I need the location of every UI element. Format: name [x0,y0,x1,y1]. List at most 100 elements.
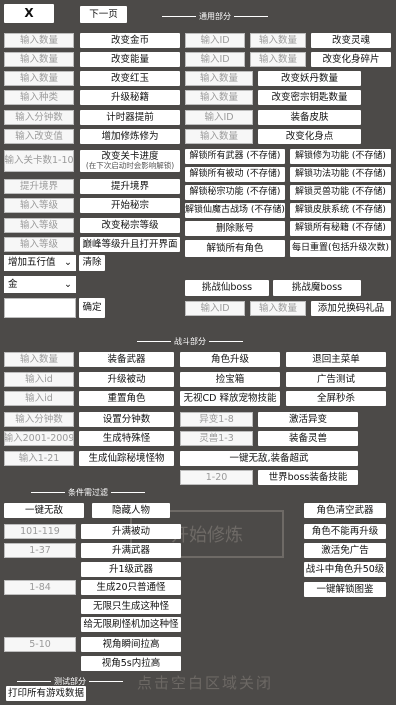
unlock-roles-button[interactable]: 解锁所有角色 [185,240,285,257]
close-button[interactable]: X [4,4,54,23]
peak-level-input[interactable]: 输入等级 [4,237,74,252]
fairy-monster-input[interactable]: 输入1-21 [4,451,74,466]
upgrade-weapon-1-button[interactable]: 升1级武器 [81,562,181,577]
set-minutes-button[interactable]: 设置分钟数 [79,412,174,427]
gen-20-normal-button[interactable]: 生成20只普通怪 [81,580,181,595]
secret-level-input-2[interactable]: 输入等级 [4,218,74,233]
confirm-button[interactable]: 确定 [79,298,105,318]
element-type-dropdown[interactable]: 金 ⌄ [4,276,76,293]
unlock-passive-button[interactable]: 解锁所有被动 (不存储) [185,167,285,182]
world-boss-skill-button[interactable]: 世界boss装备技能 [258,470,358,485]
gift-amount-input[interactable]: 输入数量 [250,301,306,316]
print-all-data-button[interactable]: 打印所有游戏数据 [6,686,86,701]
upgrade-passive-button[interactable]: 升级被动 [79,372,174,387]
cultivation-value-input[interactable]: 输入改变值 [4,129,74,144]
unlock-skills-button[interactable]: 解锁功法功能 (不存储) [290,167,391,182]
element-value-input[interactable] [4,298,76,318]
gen-special-monster-button[interactable]: 生成特殊怪 [79,431,174,446]
equip-spirit-button[interactable]: 装备灵兽 [258,431,358,446]
view-range-input[interactable]: 5-10 [4,637,76,652]
unlock-ancient-button[interactable]: 解锁仙魔古战场 (不存储) [185,203,285,218]
change-secret-level-button[interactable]: 改变秘宗等级 [80,218,180,233]
activate-foreign-button[interactable]: 激活异变 [258,412,358,427]
clear-button[interactable]: 清除 [79,255,105,271]
infinite-refresh-button[interactable]: 给无限刷怪机加这种怪 [81,617,181,632]
passive-id-input[interactable]: 输入id [4,372,74,387]
open-secret-button[interactable]: 开始秘宗 [80,198,180,213]
energy-amount-input[interactable]: 输入数量 [4,52,74,67]
change-fragment-button[interactable]: 改变化身碎片 [311,52,391,67]
reset-role-button[interactable]: 重置角色 [79,391,174,406]
secret-level-input[interactable]: 输入等级 [4,198,74,213]
hide-character-button[interactable]: 隐藏人物 [92,503,170,518]
infinite-gen-button[interactable]: 无限只生成这种怪 [81,599,181,614]
soul-id-input[interactable]: 输入ID [185,33,245,48]
peak-level-button[interactable]: 巅峰等级升且打开界面 [80,237,180,252]
monster-range-input[interactable]: 1-84 [4,580,76,595]
gen-fairy-monster-button[interactable]: 生成仙踪秘境怪物 [79,451,174,466]
gold-amount-input[interactable]: 输入数量 [4,33,74,48]
battle-role-50-button[interactable]: 战斗中角色升50级 [304,562,386,577]
unlock-skin-system-button[interactable]: 解锁皮肤系统 (不存储) [290,203,391,218]
equip-skin-button[interactable]: 装备皮肤 [258,110,361,125]
unlock-secret-func-button[interactable]: 解锁秘宗功能 (不存储) [185,185,285,200]
one-key-invincible-button[interactable]: 一键无敌 [4,503,84,518]
change-jade-button[interactable]: 改变红玉 [80,71,180,86]
view-instant-button[interactable]: 视角瞬间拉高 [81,637,181,652]
fragment-id-input[interactable]: 输入ID [185,52,245,67]
back-main-menu-button[interactable]: 退回主菜单 [286,352,386,367]
change-key-button[interactable]: 改变密宗钥匙数量 [258,90,361,105]
battle-minutes-input[interactable]: 输入分钟数 [4,412,74,427]
skin-kind-input[interactable]: 输入种类 [4,90,74,105]
pick-treasure-button[interactable]: 捡宝箱 [180,372,280,387]
add-gift-code-button[interactable]: 添加兑换码礼品 [311,301,391,316]
spirit-input[interactable]: 灵兽1-3 [180,431,253,446]
daily-reset-button[interactable]: 每日重置(包括升级次数) [290,240,391,257]
role-upgrade-button[interactable]: 角色升级 [180,352,280,367]
timer-minutes-input[interactable]: 输入分钟数 [4,110,74,125]
upgrade-realm-button[interactable]: 提升境界 [80,179,180,194]
no-cd-pet-button[interactable]: 无视CD 释放宠物技能 [180,391,280,406]
delete-account-button[interactable]: 删除账号 [185,221,285,236]
change-stage-progress-button[interactable]: 改变关卡进度 (在下次启动时会影响解锁) [80,150,180,172]
skin-id-input[interactable]: 输入ID [185,110,253,125]
change-gold-button[interactable]: 改变金币 [80,33,180,48]
weapon-amount-input[interactable]: 输入数量 [4,352,74,367]
soul-amount-input[interactable]: 输入数量 [250,33,306,48]
role-cannot-upgrade-button[interactable]: 角色不能再升级 [304,524,386,539]
unlock-cultivate-button[interactable]: 解锁修为功能 (不存储) [290,149,391,164]
upgrade-passive-full-button[interactable]: 升满被动 [81,524,181,539]
unlock-weapons-button[interactable]: 解锁所有武器 (不存储) [185,149,285,164]
special-monster-input[interactable]: 输入2001-2009 [4,431,74,446]
activate-ad-free-button[interactable]: 激活免广告 [304,543,386,558]
upgrade-skin-button[interactable]: 升级秘籍 [80,90,180,105]
role-id-input[interactable]: 输入id [4,391,74,406]
gift-id-input[interactable]: 输入ID [185,301,245,316]
equip-weapon-button[interactable]: 装备武器 [79,352,174,367]
change-demon-button[interactable]: 改变妖丹数量 [258,71,361,86]
ad-test-button[interactable]: 广告测试 [286,372,386,387]
passive-range-input[interactable]: 101-119 [4,524,76,539]
demon-boss-button[interactable]: 挑战魔boss [273,280,361,296]
change-energy-button[interactable]: 改变能量 [80,52,180,67]
next-page-button[interactable]: 下一页 [80,6,127,23]
view-5s-button[interactable]: 视角5s内拉高 [81,656,181,671]
upgrade-weapon-full-button[interactable]: 升满武器 [81,543,181,558]
clear-role-weapon-button[interactable]: 角色清空武器 [304,503,386,518]
unlock-all-secret-button[interactable]: 解锁所有秘籍 (不存储) [290,221,391,236]
unlock-spirit-button[interactable]: 解锁灵兽功能 (不存储) [290,185,391,200]
change-soul-button[interactable]: 改变灵魂 [311,33,391,48]
foreign-input[interactable]: 异变1-8 [180,412,253,427]
add-cultivation-button[interactable]: 增加修炼修为 [80,129,180,144]
stage-number-input[interactable]: 输入关卡数1-10 [4,150,74,172]
fragment-amount-input[interactable]: 输入数量 [250,52,306,67]
change-avatar-points-button[interactable]: 改变化身点 [258,129,361,144]
boss-skill-input[interactable]: 1-20 [180,470,253,485]
key-amount-input[interactable]: 输入数量 [185,90,253,105]
jade-amount-input[interactable]: 输入数量 [4,71,74,86]
timer-advance-button[interactable]: 计时器提前 [80,110,180,125]
weapon-range-input[interactable]: 1-37 [4,543,76,558]
fairy-boss-button[interactable]: 挑战仙boss [185,280,269,296]
realm-input[interactable]: 提升境界 [4,179,74,194]
avatar-points-input[interactable]: 输入数量 [185,129,253,144]
